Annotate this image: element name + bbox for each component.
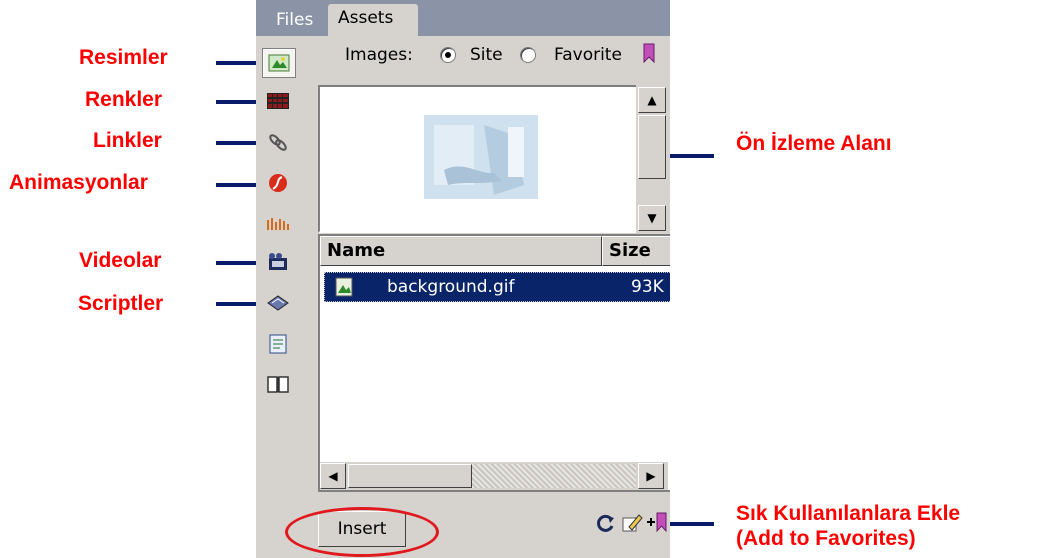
preview-vertical-scrollbar[interactable]: ▲ ▼: [636, 85, 668, 233]
callout-videolar: Videolar: [79, 249, 162, 272]
scripts-icon[interactable]: [265, 291, 291, 315]
colors-icon[interactable]: [265, 89, 291, 113]
movies-icon[interactable]: [265, 250, 291, 274]
radio-site-label[interactable]: Site: [470, 45, 503, 65]
callout-line-linkler: [216, 141, 260, 145]
callout-resimler: Resimler: [79, 46, 168, 69]
callout-line-videolar: [216, 261, 260, 265]
tab-assets[interactable]: Assets: [328, 4, 418, 36]
gif-file-icon: [335, 277, 353, 301]
scroll-left-icon[interactable]: ◀: [320, 463, 346, 489]
tab-files[interactable]: Files: [268, 6, 321, 36]
callout-renkler: Renkler: [85, 88, 163, 111]
images-icon[interactable]: [262, 48, 296, 78]
scroll-right-icon[interactable]: ▶: [638, 463, 664, 489]
urls-icon[interactable]: [265, 130, 291, 154]
images-label: Images:: [345, 45, 413, 65]
callout-line-animasyonlar: [216, 183, 260, 187]
radio-favorite[interactable]: [520, 47, 536, 63]
edit-icon[interactable]: [621, 512, 643, 538]
radio-site[interactable]: [440, 47, 456, 63]
list-horizontal-scrollbar[interactable]: ◀ ▶: [320, 462, 668, 490]
callout-animasyonlar: Animasyonlar: [9, 171, 148, 194]
callout-preview-area: Ön İzleme Alanı: [736, 132, 892, 155]
templates-icon[interactable]: [265, 332, 291, 356]
callout-line-add-favorites: [668, 522, 714, 526]
library-icon[interactable]: [265, 372, 291, 396]
callout-add-favorites-line2: (Add to Favorites): [736, 527, 916, 550]
scroll-down-icon[interactable]: ▼: [638, 205, 666, 231]
flash-icon[interactable]: [265, 171, 291, 195]
list-item[interactable]: background.gif 93K: [324, 272, 670, 302]
callout-scriptler: Scriptler: [78, 292, 164, 315]
insert-highlight-ellipse: [285, 507, 439, 557]
list-scroll-track[interactable]: [472, 464, 636, 488]
callout-line-renkler: [216, 100, 260, 104]
preview-scroll-thumb[interactable]: [638, 115, 666, 179]
callout-linkler: Linkler: [93, 129, 162, 152]
preview-thumbnail: [424, 115, 538, 203]
list-item-size: 93K: [631, 277, 664, 297]
radio-favorite-label[interactable]: Favorite: [554, 45, 622, 65]
refresh-icon[interactable]: [596, 513, 616, 537]
favorites-bookmark-icon: [643, 43, 655, 67]
scroll-up-icon[interactable]: ▲: [638, 87, 666, 113]
shockwave-icon[interactable]: [265, 212, 291, 236]
list-item-name: background.gif: [387, 277, 515, 297]
callout-line-resimler: [216, 61, 260, 65]
column-header-name[interactable]: Name: [320, 236, 602, 266]
asset-list: Name Size background.gif 93K: [318, 234, 670, 492]
column-header-size[interactable]: Size: [602, 236, 670, 266]
list-scroll-thumb[interactable]: [348, 464, 472, 488]
callout-line-scriptler: [216, 302, 260, 306]
preview-area: [318, 85, 636, 233]
callout-add-favorites-line1: Sık Kullanılanlara Ekle: [736, 502, 961, 525]
add-to-favorites-icon[interactable]: [646, 511, 668, 537]
